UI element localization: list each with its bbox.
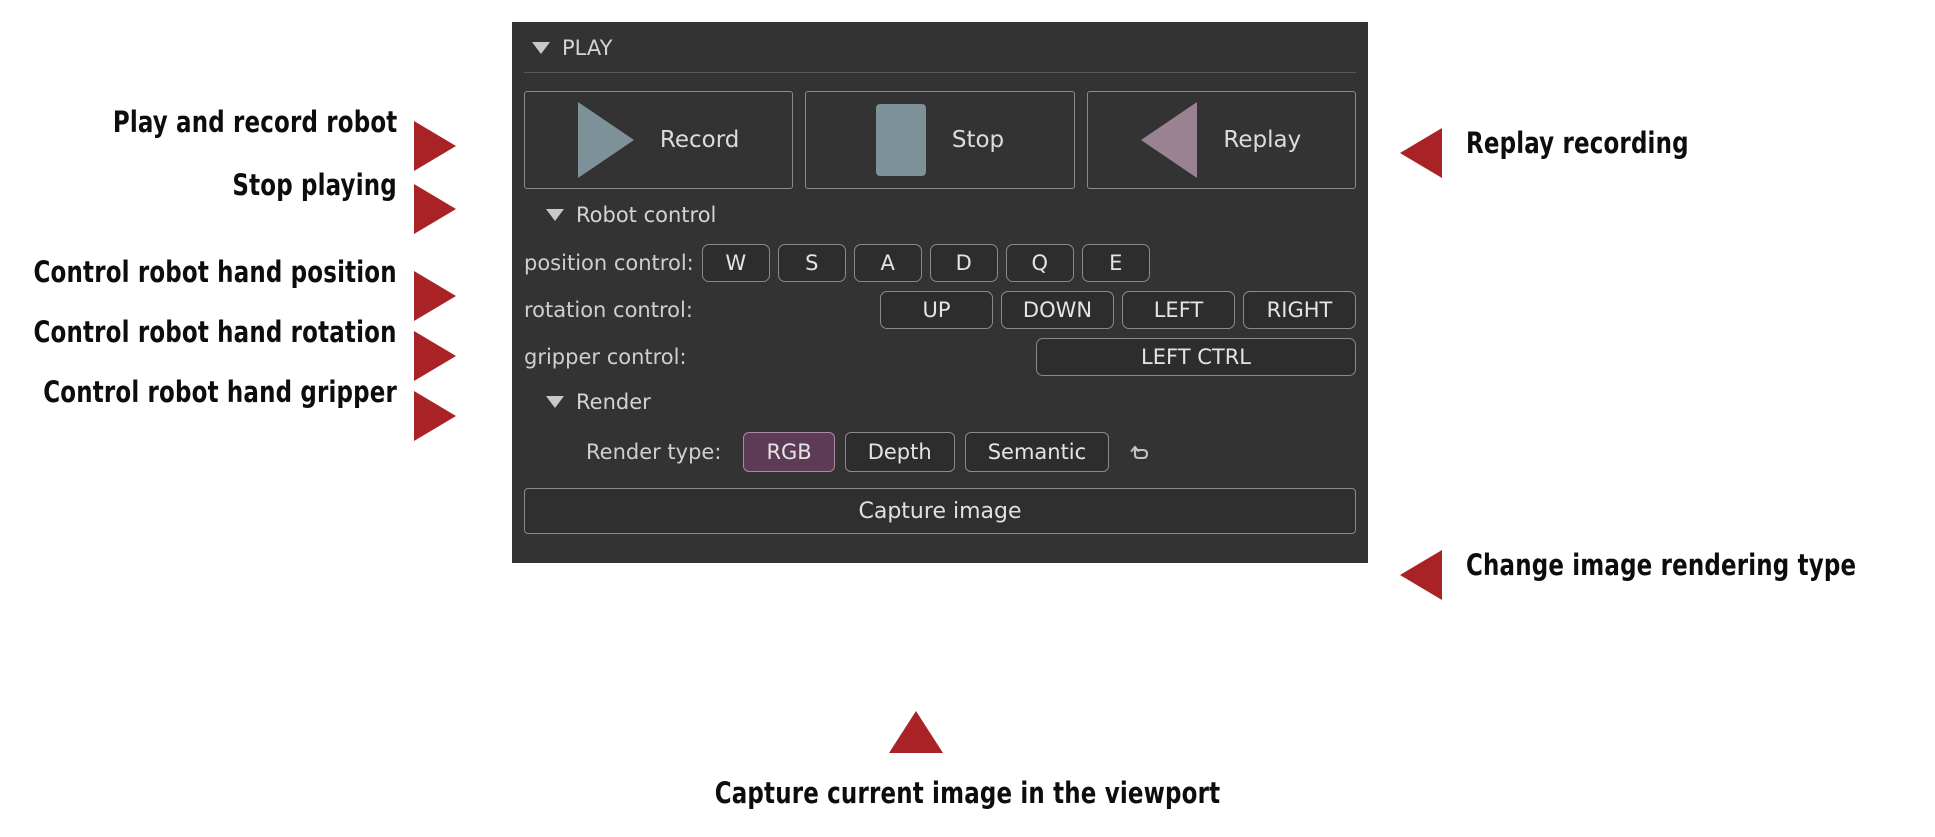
stop-button-label: Stop bbox=[951, 127, 1005, 153]
annotation-change-image-rendering-type: Change image rendering type bbox=[1466, 548, 1857, 582]
key-down[interactable]: DOWN bbox=[1001, 291, 1114, 329]
media-button-row: Record Stop Replay bbox=[524, 91, 1356, 189]
chevron-down-icon-play bbox=[532, 42, 550, 54]
position-control-keys: W S A D Q E bbox=[701, 244, 1356, 282]
arrow-up-icon-capture-image bbox=[889, 711, 943, 753]
key-a[interactable]: A bbox=[853, 244, 922, 282]
key-q[interactable]: Q bbox=[1005, 244, 1074, 282]
rotation-control-row: rotation control: UP DOWN LEFT RIGHT bbox=[524, 291, 1356, 329]
section-header-robot-control[interactable]: Robot control bbox=[524, 189, 1356, 235]
rotation-control-keys: UP DOWN LEFT RIGHT bbox=[701, 291, 1356, 329]
annotation-control-robot-hand-gripper: Control robot hand gripper bbox=[43, 375, 397, 409]
replay-button[interactable]: Replay bbox=[1086, 91, 1356, 189]
key-d[interactable]: D bbox=[929, 244, 998, 282]
section-header-play[interactable]: PLAY bbox=[524, 22, 1356, 68]
record-button[interactable]: Record bbox=[524, 91, 794, 189]
play-triangle-icon bbox=[577, 102, 634, 178]
arrow-left-icon-change-rendering-type bbox=[1400, 550, 1442, 600]
key-left-ctrl[interactable]: LEFT CTRL bbox=[1036, 338, 1356, 376]
arrow-right-icon-hand-position bbox=[414, 271, 456, 321]
section-title-robot-control: Robot control bbox=[576, 203, 717, 227]
annotation-play-and-record-robot: Play and record robot bbox=[112, 105, 397, 139]
undo-arrow-icon[interactable] bbox=[1127, 438, 1155, 466]
position-control-row: position control: W S A D Q E bbox=[524, 244, 1356, 282]
annotation-stop-playing: Stop playing bbox=[232, 168, 397, 202]
position-control-label: position control: bbox=[524, 251, 694, 275]
annotation-replay-recording: Replay recording bbox=[1466, 126, 1689, 160]
play-panel: PLAY Record Stop Replay Robot control po bbox=[512, 22, 1368, 563]
chevron-down-icon-render bbox=[546, 396, 564, 408]
render-type-option-rgb[interactable]: RGB bbox=[743, 432, 835, 472]
arrow-right-icon-hand-rotation bbox=[414, 331, 456, 381]
render-type-option-semantic[interactable]: Semantic bbox=[964, 432, 1110, 472]
rotation-control-label: rotation control: bbox=[524, 298, 693, 322]
replay-button-label: Replay bbox=[1223, 127, 1302, 153]
stop-square-icon bbox=[875, 104, 926, 176]
stop-button[interactable]: Stop bbox=[805, 91, 1075, 189]
key-up[interactable]: UP bbox=[880, 291, 993, 329]
render-type-label: Render type: bbox=[586, 440, 722, 464]
section-header-render[interactable]: Render bbox=[524, 376, 1356, 422]
gripper-control-label: gripper control: bbox=[524, 345, 687, 369]
rewind-triangle-icon bbox=[1141, 102, 1198, 178]
divider bbox=[524, 72, 1356, 73]
arrow-right-icon-hand-gripper bbox=[414, 391, 456, 441]
key-s[interactable]: S bbox=[777, 244, 846, 282]
section-title-play: PLAY bbox=[562, 36, 613, 60]
annotation-control-robot-hand-position: Control robot hand position bbox=[33, 255, 397, 289]
key-e[interactable]: E bbox=[1081, 244, 1150, 282]
section-title-render: Render bbox=[576, 390, 651, 414]
arrow-left-icon-replay-recording bbox=[1400, 128, 1442, 178]
annotation-control-robot-hand-rotation: Control robot hand rotation bbox=[33, 315, 397, 349]
gripper-control-keys: LEFT CTRL bbox=[695, 338, 1356, 376]
render-type-row: Render type: RGB Depth Semantic bbox=[524, 432, 1356, 472]
record-button-label: Record bbox=[659, 127, 740, 153]
arrow-right-icon-stop-playing bbox=[414, 184, 456, 234]
arrow-right-icon-play-record bbox=[414, 121, 456, 171]
key-w[interactable]: W bbox=[701, 244, 770, 282]
capture-image-button[interactable]: Capture image bbox=[524, 488, 1356, 534]
chevron-down-icon-robot-control bbox=[546, 209, 564, 221]
annotation-capture-current-image: Capture current image in the viewport bbox=[714, 776, 1221, 810]
gripper-control-row: gripper control: LEFT CTRL bbox=[524, 338, 1356, 376]
key-right[interactable]: RIGHT bbox=[1243, 291, 1356, 329]
render-type-option-depth[interactable]: Depth bbox=[844, 432, 955, 472]
key-left[interactable]: LEFT bbox=[1122, 291, 1235, 329]
